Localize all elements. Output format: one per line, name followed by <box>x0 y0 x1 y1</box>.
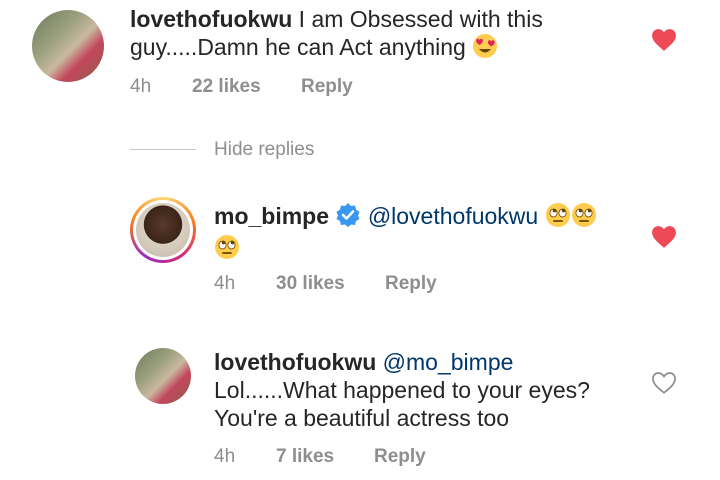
reply2-body: lovethofuokwu @mo_bimpe Lol......What ha… <box>214 348 644 432</box>
reply2-reply-button[interactable]: Reply <box>374 446 426 468</box>
reply1-username[interactable]: mo_bimpe <box>214 203 329 229</box>
reply2-avatar[interactable] <box>135 348 191 404</box>
face-with-rolling-eyes-icon <box>571 202 597 234</box>
comment-text-line1: I am Obsessed with this <box>298 6 543 32</box>
reply1-like-heart-icon[interactable] <box>651 225 677 249</box>
reply1-body: mo_bimpe @lovethofuokwu <box>214 202 634 266</box>
face-with-rolling-eyes-icon <box>545 202 571 234</box>
reply2-text-line1: Lol......What happened to your eyes? <box>214 377 590 403</box>
reply1-reply-button[interactable]: Reply <box>385 273 437 295</box>
reply1-mention[interactable]: @lovethofuokwu <box>368 203 538 229</box>
reply1-time: 4h <box>214 273 236 294</box>
comment-avatar[interactable] <box>32 10 104 82</box>
reply2-likes[interactable]: 7 likes <box>276 446 334 468</box>
comment-username[interactable]: lovethofuokwu <box>130 6 292 32</box>
verified-badge-icon <box>335 202 361 234</box>
face-with-rolling-eyes-icon <box>214 234 240 266</box>
comment-like-heart-icon[interactable] <box>651 28 677 52</box>
comment-body: lovethofuokwu I am Obsessed with this gu… <box>130 5 630 65</box>
comment-reply-button[interactable]: Reply <box>301 76 353 98</box>
reply1-avatar[interactable] <box>130 197 196 263</box>
reply2-like-heart-outline-icon[interactable] <box>651 371 677 395</box>
reply2-username[interactable]: lovethofuokwu <box>214 349 376 375</box>
hide-replies-button[interactable]: Hide replies <box>214 139 314 161</box>
reply1-likes[interactable]: 30 likes <box>276 273 345 295</box>
reply2-time: 4h <box>214 446 236 467</box>
comment-text-line2: guy.....Damn he can Act anything <box>130 34 466 60</box>
comment-time: 4h <box>130 76 152 97</box>
heart-eyes-emoji-icon <box>472 33 498 65</box>
reply2-mention[interactable]: @mo_bimpe <box>383 349 514 375</box>
hide-replies-divider <box>130 149 196 150</box>
comment-likes[interactable]: 22 likes <box>192 76 261 98</box>
reply2-text-line2: You're a beautiful actress too <box>214 405 510 431</box>
